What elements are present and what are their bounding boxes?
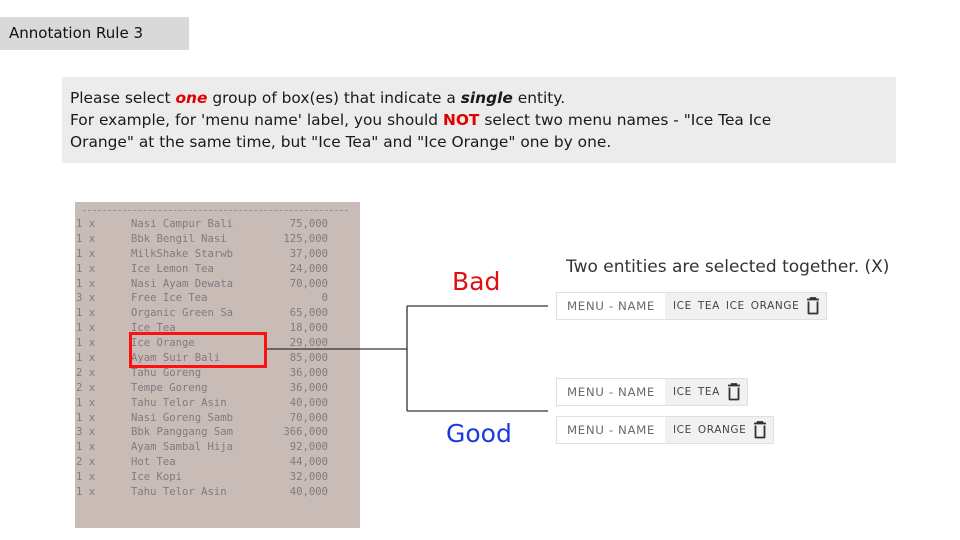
good-example-chip-2[interactable]: MENU - NAME ICE ORANGE bbox=[556, 416, 775, 444]
chip-token: ICE bbox=[672, 300, 692, 312]
chip-token: ORANGE bbox=[750, 300, 800, 312]
chip-token: TEA bbox=[697, 300, 720, 312]
chip-tokens: ICE TEA ICE ORANGE bbox=[664, 293, 827, 319]
good-label: Good bbox=[446, 419, 512, 448]
chip-token: ICE bbox=[672, 424, 692, 436]
bad-note: Two entities are selected together. (X) bbox=[566, 257, 890, 277]
chip-label: MENU - NAME bbox=[567, 423, 655, 437]
bad-label: Bad bbox=[452, 267, 501, 296]
chip-token: ICE bbox=[672, 386, 692, 398]
chip-token: TEA bbox=[697, 386, 720, 398]
chip-tokens: ICE ORANGE bbox=[664, 417, 774, 443]
good-example-chip-1[interactable]: MENU - NAME ICE TEA bbox=[556, 378, 748, 406]
chip-label: MENU - NAME bbox=[567, 385, 655, 399]
trash-icon[interactable] bbox=[802, 297, 822, 315]
trash-icon[interactable] bbox=[723, 383, 743, 401]
chip-tokens: ICE TEA bbox=[664, 379, 747, 405]
trash-icon[interactable] bbox=[749, 421, 769, 439]
chip-token: ORANGE bbox=[697, 424, 747, 436]
chip-label: MENU - NAME bbox=[567, 299, 655, 313]
bad-example-chip[interactable]: MENU - NAME ICE TEA ICE ORANGE bbox=[556, 292, 828, 320]
chip-token: ICE bbox=[725, 300, 745, 312]
